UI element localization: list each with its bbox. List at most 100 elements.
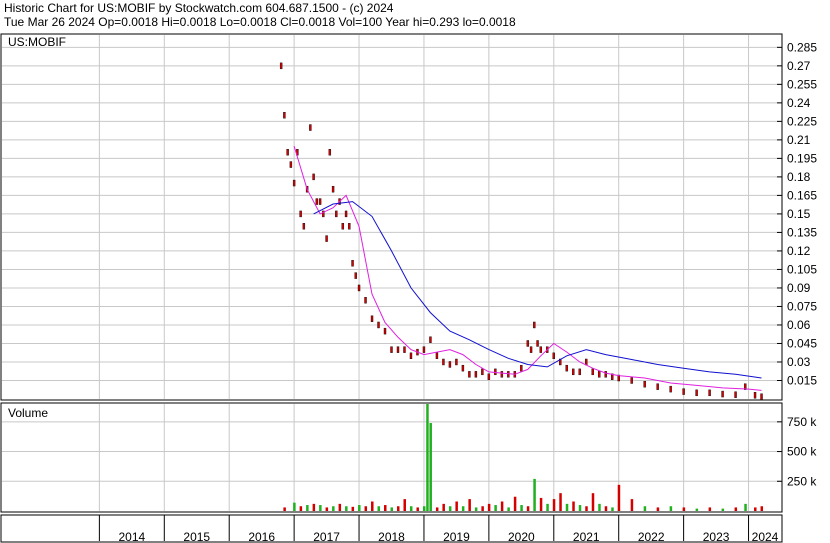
volume-bar xyxy=(591,493,595,511)
price-bar xyxy=(539,346,543,353)
volume-bar xyxy=(572,501,575,511)
volume-bar xyxy=(734,507,738,511)
volume-bar xyxy=(358,505,361,511)
price-bar xyxy=(572,368,575,376)
price-bar xyxy=(753,392,757,399)
price-bar xyxy=(312,173,315,181)
volume-bar xyxy=(426,404,429,511)
volume-bar xyxy=(390,507,393,511)
volume-bar xyxy=(351,506,355,511)
y-tick-label: 0.075 xyxy=(787,299,817,313)
price-bar xyxy=(461,364,465,372)
price-bar xyxy=(370,315,374,322)
volume-bar xyxy=(533,478,536,511)
volume-bar xyxy=(507,507,510,511)
volume-bar xyxy=(552,499,556,511)
volume-bar xyxy=(611,507,614,511)
price-bar xyxy=(299,210,302,218)
price-bar xyxy=(695,389,698,397)
volume-bar xyxy=(332,506,335,511)
price-bar xyxy=(578,368,581,376)
price-bar xyxy=(403,346,406,353)
volume-bar xyxy=(721,508,725,511)
volume-bar xyxy=(487,503,491,511)
volume-bar xyxy=(481,506,484,511)
price-panel-frame xyxy=(0,33,783,401)
volume-bar xyxy=(312,503,316,511)
volume-bar xyxy=(565,503,569,511)
volume-bar xyxy=(403,499,406,511)
volume-bar xyxy=(429,423,432,511)
x-tick-label: 2019 xyxy=(443,530,470,543)
price-bar xyxy=(292,179,296,187)
price-bar xyxy=(318,198,322,205)
symbol-label: US:MOBIF xyxy=(8,35,66,49)
price-bar xyxy=(409,352,413,360)
price-bar xyxy=(377,321,380,329)
x-tick-label: 2020 xyxy=(508,530,535,543)
x-tick-label: 2014 xyxy=(118,530,145,543)
volume-axis: 750 k 500 k 250 k xyxy=(777,415,817,488)
price-bar xyxy=(286,149,289,156)
price-bar xyxy=(357,284,361,292)
price-bar xyxy=(390,346,393,353)
volume-bar xyxy=(319,505,322,511)
price-bar xyxy=(429,336,432,343)
volume-bar xyxy=(754,507,757,511)
volume-bar xyxy=(520,505,523,511)
volume-bar xyxy=(435,507,439,511)
volume-bar xyxy=(494,505,497,511)
price-bar xyxy=(494,368,497,376)
volume-bar xyxy=(500,501,504,511)
volume-bar xyxy=(364,506,368,511)
volume-bar xyxy=(377,506,381,511)
volume-bar xyxy=(384,505,387,511)
price-bar xyxy=(335,210,338,218)
price-bar xyxy=(435,352,439,360)
price-bar xyxy=(591,368,594,376)
volume-bar xyxy=(325,507,329,511)
volume-series xyxy=(283,404,764,511)
price-bar xyxy=(422,346,426,353)
y-tick-label: 0.225 xyxy=(787,114,817,128)
volume-bar xyxy=(338,503,342,511)
price-bar xyxy=(529,346,533,353)
price-bar xyxy=(325,235,328,242)
y-tick-label: 0.21 xyxy=(787,133,811,147)
time-axis: 2014 2015 2016 2017 2018 2019 2020 2021 2022 2023… xyxy=(98,515,779,543)
volume-bar xyxy=(455,501,458,511)
historic-chart: US:MOBIF 0.285 0.27 0.255 0.24 0.225 0.21 0.19… xyxy=(0,33,817,543)
volume-bar xyxy=(559,493,562,511)
price-bar xyxy=(533,321,536,329)
y-tick-label: 0.06 xyxy=(787,318,811,332)
volume-bar xyxy=(371,501,374,511)
volume-bar xyxy=(669,506,673,511)
price-bar xyxy=(500,371,504,378)
volume-tick-label: 750 k xyxy=(787,415,817,429)
price-bar xyxy=(442,358,445,366)
short-moving-average-line xyxy=(293,145,762,391)
y-tick-label: 0.24 xyxy=(787,96,811,110)
price-bar xyxy=(474,371,478,378)
volume-bar xyxy=(598,503,601,511)
price-bar xyxy=(344,210,348,218)
price-bar xyxy=(309,124,312,131)
volume-bar xyxy=(474,507,478,511)
price-bar xyxy=(468,371,471,378)
price-bar xyxy=(552,352,555,360)
volume-panel-frame xyxy=(0,402,783,513)
x-tick-label: 2015 xyxy=(183,530,210,543)
volume-bar xyxy=(416,507,419,511)
volume-bar xyxy=(396,506,400,511)
volume-bar xyxy=(526,506,530,511)
x-tick-label: 2018 xyxy=(378,530,405,543)
volume-bar xyxy=(293,502,296,511)
volume-bar xyxy=(643,506,647,511)
price-bar xyxy=(507,371,510,378)
price-bar xyxy=(279,62,283,70)
price-bar xyxy=(708,389,711,397)
volume-bar xyxy=(585,506,588,511)
price-bar xyxy=(315,198,319,205)
volume-bar xyxy=(299,506,303,511)
price-bar xyxy=(396,346,400,353)
